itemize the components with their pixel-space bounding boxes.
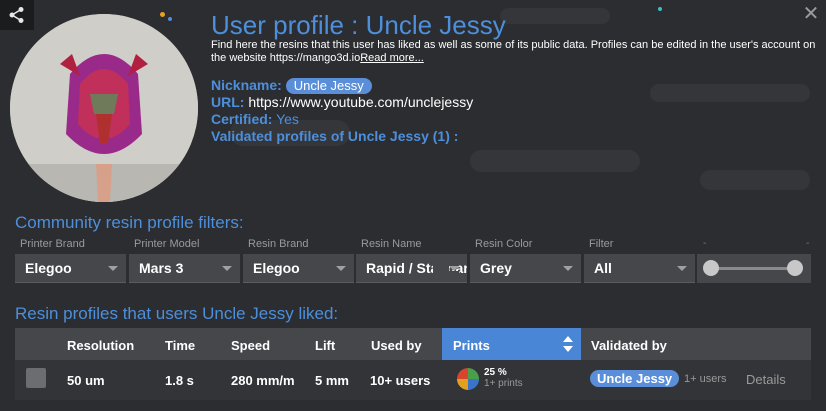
share-icon <box>9 7 24 23</box>
url-row: URL: https://www.youtube.com/unclejessy <box>211 94 473 111</box>
background-cloud <box>650 84 810 102</box>
background-cloud <box>470 150 640 172</box>
validated-profiles-row: Validated profiles of Uncle Jessy (1) : <box>211 128 473 145</box>
slider-max-handle[interactable] <box>787 260 803 276</box>
details-link[interactable]: Details <box>746 372 786 387</box>
cell-used-by: 10+ users <box>370 373 431 388</box>
certified-row: Certified: Yes <box>211 111 473 128</box>
validated-by-badge[interactable]: Uncle Jessy <box>590 370 680 387</box>
table-row[interactable]: 50 um 1.8 s 280 mm/m 5 mm 10+ users 25 %… <box>15 360 811 400</box>
sort-down-icon <box>563 346 573 352</box>
chevron-down-icon <box>222 266 232 271</box>
validated-users-count: 1+ users <box>684 373 727 385</box>
liked-title: Resin profiles that users Uncle Jessy li… <box>15 304 339 323</box>
close-icon: ✕ <box>802 1 820 25</box>
chevron-down-icon <box>563 266 573 271</box>
chevron-down-icon <box>449 266 459 271</box>
cell-lift: 5 mm <box>315 373 349 388</box>
background-cloud <box>700 170 810 190</box>
page-title: User profile : Uncle Jessy <box>211 10 506 40</box>
cell-prints-percent: 25 % <box>484 367 507 378</box>
cell-speed: 280 mm/m <box>231 373 295 388</box>
filter-label-printer-brand: Printer Brand <box>20 238 85 250</box>
printer-brand-select[interactable]: Elegoo <box>15 254 126 283</box>
resin-color-select[interactable]: Grey <box>470 254 581 283</box>
range-slider[interactable] <box>697 254 811 283</box>
column-header-speed[interactable]: Speed <box>231 338 270 353</box>
nickname-row: Nickname: Uncle Jessy <box>211 77 473 94</box>
slider-track <box>711 267 797 270</box>
close-button[interactable]: ✕ <box>802 1 820 25</box>
filter-label-resin-brand: Resin Brand <box>248 238 309 250</box>
filter-value: All <box>594 260 612 276</box>
filter-select[interactable]: All <box>584 254 695 283</box>
certified-value: Yes <box>276 111 299 127</box>
resin-color-value: Grey <box>480 260 512 276</box>
column-header-resolution[interactable]: Resolution <box>67 338 134 353</box>
resin-brand-select[interactable]: Elegoo <box>243 254 354 283</box>
cell-time: 1.8 s <box>165 373 194 388</box>
certified-label: Certified: <box>211 111 273 127</box>
column-header-lift[interactable]: Lift <box>315 338 335 353</box>
resin-name-select[interactable]: Rapid / Standard <box>356 254 467 283</box>
url-value[interactable]: https://www.youtube.com/unclejessy <box>248 94 473 110</box>
share-button[interactable] <box>0 0 34 30</box>
table-header: Resolution Time Speed Lift Used by Print… <box>15 328 811 360</box>
slider-min-dash: - <box>703 238 707 249</box>
sort-up-icon <box>563 336 573 342</box>
column-header-prints-label: Prints <box>453 338 490 353</box>
printer-model-value: Mars 3 <box>139 260 184 276</box>
column-header-used-by[interactable]: Used by <box>371 338 422 353</box>
profile-info: Nickname: Uncle Jessy URL: https://www.y… <box>211 77 473 145</box>
description-text: Find here the resins that this user has … <box>211 39 816 64</box>
slider-max-dash: - <box>806 238 810 249</box>
decor-dot <box>160 12 165 17</box>
validated-profiles-label: Validated profiles of Uncle Jessy (1) : <box>211 128 459 144</box>
chevron-down-icon <box>677 266 687 271</box>
url-label: URL: <box>211 94 245 110</box>
filter-label-resin-color: Resin Color <box>475 238 533 250</box>
decor-dot <box>168 17 172 21</box>
chevron-down-icon <box>108 266 118 271</box>
prints-pie-icon <box>457 368 479 390</box>
row-checkbox[interactable] <box>26 368 46 388</box>
cell-prints-count: 1+ prints <box>484 378 523 389</box>
read-more-link[interactable]: Read more... <box>360 52 424 64</box>
printer-brand-value: Elegoo <box>25 260 72 276</box>
slider-min-handle[interactable] <box>703 260 719 276</box>
cell-resolution: 50 um <box>67 373 105 388</box>
nickname-label: Nickname: <box>211 77 282 93</box>
filter-label-resin-name: Resin Name <box>361 238 422 250</box>
filter-label-filter: Filter <box>589 238 614 250</box>
nickname-badge[interactable]: Uncle Jessy <box>285 78 372 94</box>
avatar <box>10 14 198 202</box>
page-description: Find here the resins that this user has … <box>211 39 816 65</box>
resin-brand-value: Elegoo <box>253 260 300 276</box>
helmet-figure-image <box>10 14 198 202</box>
decor-dot <box>658 7 662 11</box>
printer-model-select[interactable]: Mars 3 <box>129 254 240 283</box>
column-header-validated-by[interactable]: Validated by <box>591 338 667 353</box>
chevron-down-icon <box>336 266 346 271</box>
background-cloud <box>500 8 610 24</box>
filters-title: Community resin profile filters: <box>15 213 244 232</box>
filter-label-printer-model: Printer Model <box>134 238 200 250</box>
column-header-time[interactable]: Time <box>165 338 195 353</box>
